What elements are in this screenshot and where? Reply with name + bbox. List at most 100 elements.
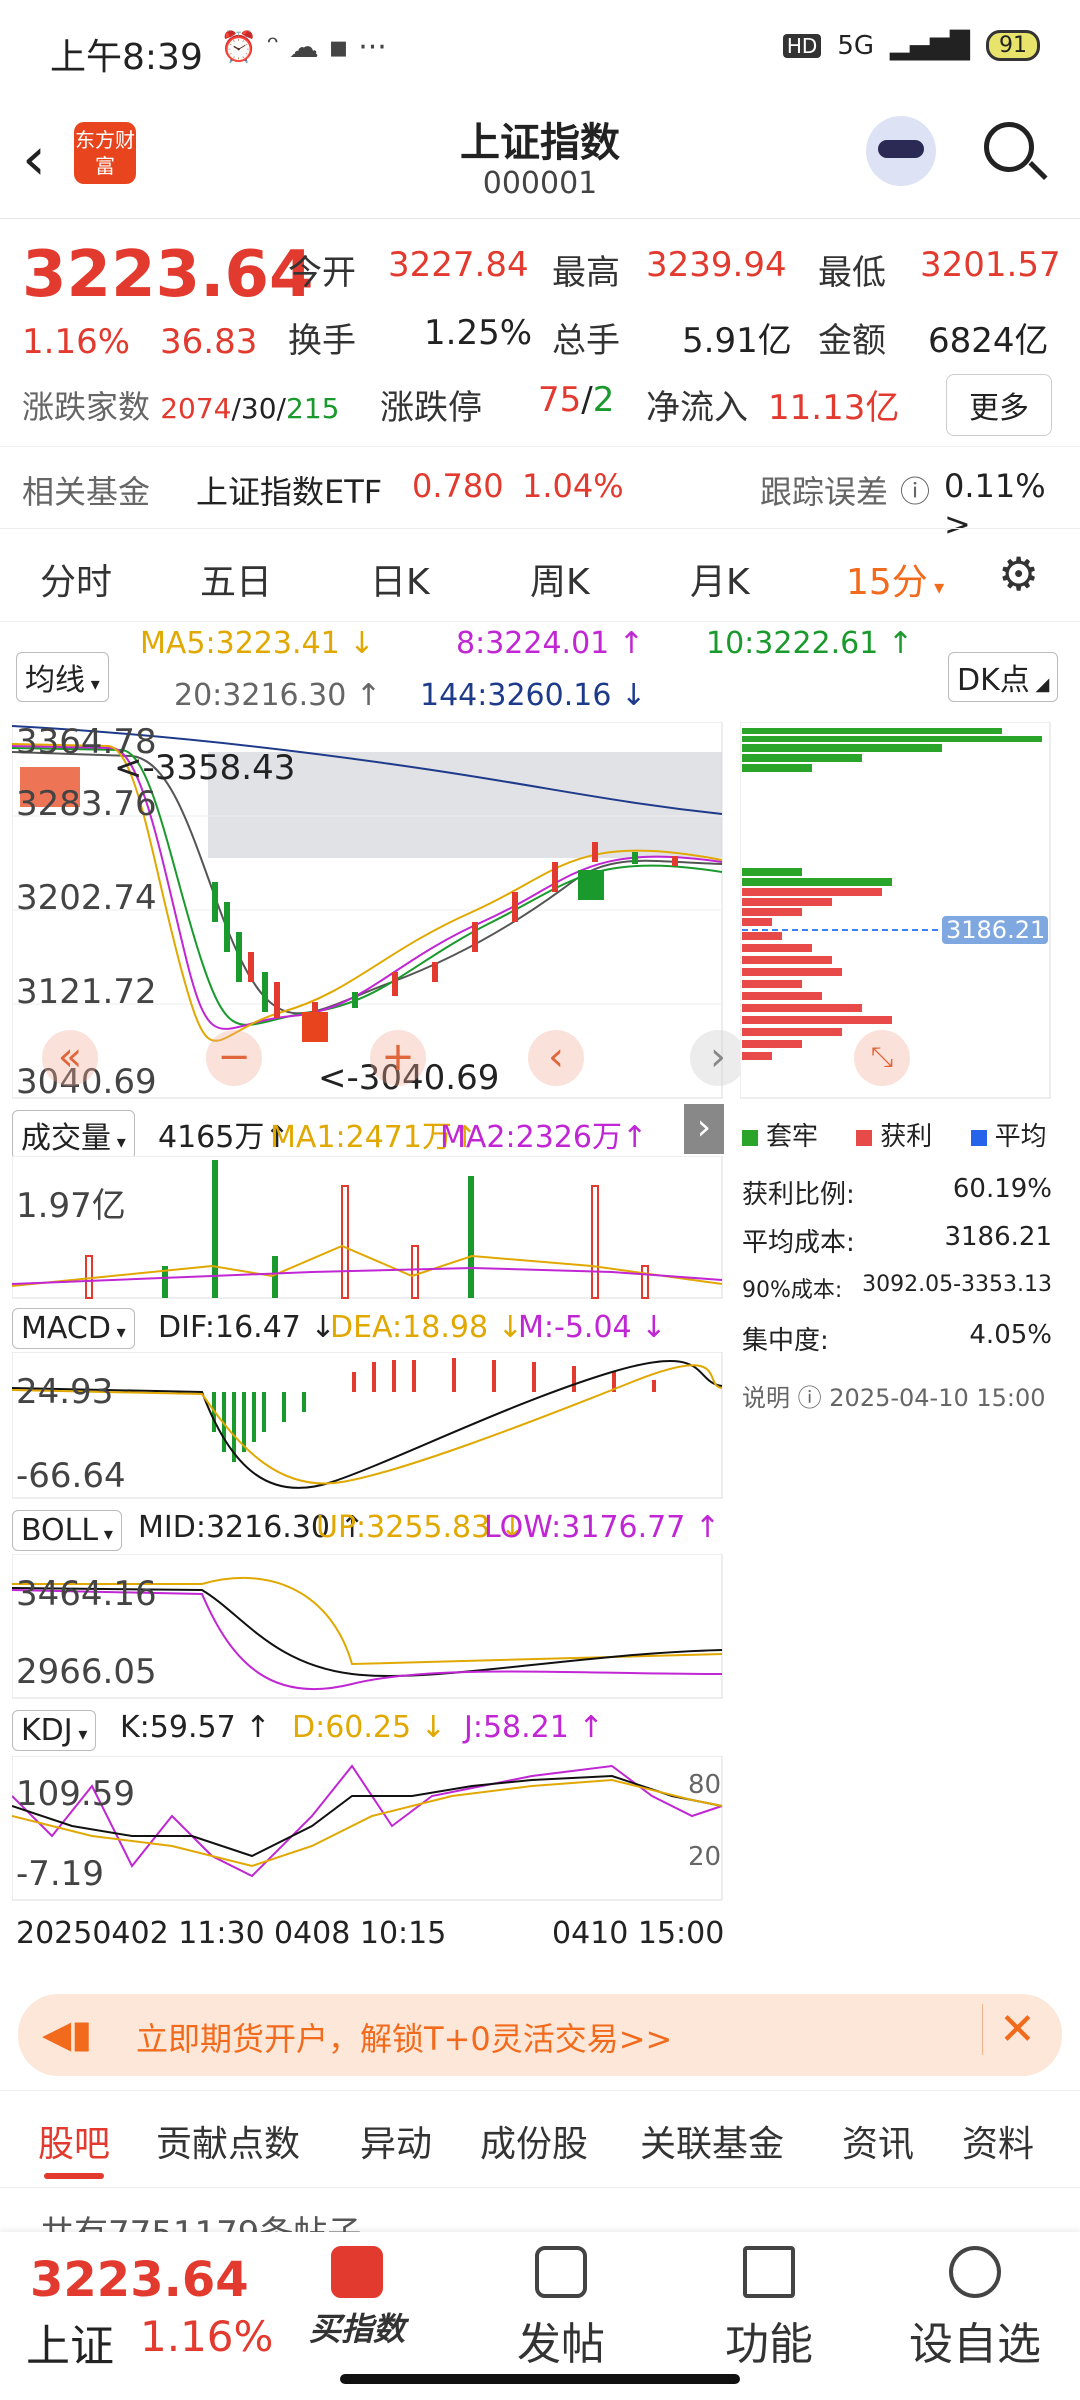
amount-label: 金额 xyxy=(818,321,886,361)
tab-anomaly[interactable]: 异动 xyxy=(360,2115,432,2167)
limit-down: 2 xyxy=(592,380,615,420)
posts-count-hint: 共有7751179条帖子 xyxy=(40,2206,361,2232)
breadth-label: 涨跌家数 xyxy=(22,388,151,426)
tab-daily[interactable]: 日K xyxy=(370,553,430,605)
gear-icon[interactable]: ⚙ xyxy=(998,547,1039,601)
info-icon: ⓘ xyxy=(797,1384,822,1412)
status-time: 上午8:39 xyxy=(50,37,203,78)
expand-icon[interactable]: ⤡ xyxy=(854,1030,910,1086)
kdj-d: D:60.25 ↓ xyxy=(292,1710,446,1745)
panel-toggle-icon[interactable]: › xyxy=(684,1104,724,1154)
add-watchlist-button[interactable]: 设自选 xyxy=(900,2246,1050,2372)
macd-dif: DIF:16.47 ↓ xyxy=(158,1310,336,1345)
tab-weekly[interactable]: 周K xyxy=(530,553,590,605)
scroll-right-icon[interactable]: › xyxy=(690,1030,746,1086)
price-axis-tick: 3283.76 xyxy=(16,784,157,824)
boll-up-text: UP:3255.83 xyxy=(316,1510,491,1545)
status-bar: 上午8:39 ⏰ ᵔ ☁ ▪ ··· HD 5G ▂▄▆█ 91 xyxy=(0,0,1080,100)
boll-mid-text: MID:3216.30 xyxy=(138,1510,330,1545)
high-annotation: <-3358.43 xyxy=(114,748,296,788)
boll-selector-label: BOLL xyxy=(21,1513,99,1548)
boll-axis-tick: 3464.16 xyxy=(16,1574,157,1614)
tab-five-day[interactable]: 五日 xyxy=(200,553,272,605)
tab-news[interactable]: 资讯 xyxy=(842,2115,914,2167)
netflow-value: 11.13亿 xyxy=(768,388,900,428)
fund-name[interactable]: 上证指数ETF xyxy=(196,467,382,513)
trapped-swatch xyxy=(742,1129,758,1146)
volume-ma2: MA2:2326万↑ xyxy=(440,1120,648,1155)
stat-label: 集中度: xyxy=(742,1326,829,1356)
tab-constituents[interactable]: 成份股 xyxy=(480,2115,588,2167)
chip-note[interactable]: 说明 ⓘ 2025-04-10 15:00 xyxy=(742,1378,1046,1413)
ma20-value: 20:3216.30 ↑ xyxy=(174,678,382,713)
low-value: 3201.57 xyxy=(920,245,1061,285)
ma8-value: 8:3224.01 ↑ xyxy=(456,626,644,661)
time-axis-tick: 0408 10:15 xyxy=(274,1916,447,1951)
change-value: 36.83 xyxy=(160,322,258,362)
grid-icon xyxy=(743,2246,795,2298)
functions-button[interactable]: 功能 xyxy=(694,2246,844,2372)
chip-stat-row: 获利比例: 60.19% xyxy=(742,1174,1052,1211)
zoom-in-icon[interactable]: + xyxy=(370,1030,426,1086)
volume-label: 总手 xyxy=(552,321,620,361)
stat-label: 平均成本: xyxy=(742,1228,855,1258)
tab-forum[interactable]: 股吧 xyxy=(38,2115,110,2167)
tab-15min[interactable]: 15分 ▾ xyxy=(846,553,944,605)
home-indicator[interactable] xyxy=(340,2374,740,2384)
tab-intraday[interactable]: 分时 xyxy=(40,553,112,605)
bottom-price: 3223.64 xyxy=(30,2252,249,2308)
macd-m-text: M:-5.04 xyxy=(518,1310,632,1345)
kdj-selector[interactable]: KDJ ▾ xyxy=(12,1710,97,1751)
network-icon: 5G xyxy=(837,30,875,61)
breadth-down: 215 xyxy=(285,392,340,425)
close-icon[interactable]: ✕ xyxy=(982,2004,1036,2055)
netflow-label: 净流入 xyxy=(646,388,748,428)
zoom-out-icon[interactable]: − xyxy=(206,1030,262,1086)
volume-selector[interactable]: 成交量 ▾ xyxy=(12,1110,135,1160)
ad-text[interactable]: 立即期货开户，解锁T+0灵活交易>> xyxy=(136,2014,672,2060)
turnover-label: 换手 xyxy=(288,321,356,361)
scroll-left-fast-icon[interactable]: « xyxy=(42,1030,98,1086)
tab-related-funds[interactable]: 关联基金 xyxy=(640,2115,784,2167)
active-tab-indicator xyxy=(44,2173,104,2179)
megaphone-icon: ◀▮ xyxy=(42,2012,93,2056)
turnover-value: 1.25% xyxy=(424,313,533,353)
buy-index-label: 买指数 xyxy=(308,2310,405,2348)
dk-point-selector[interactable]: DK点 ◢ xyxy=(948,652,1059,702)
average-swatch xyxy=(970,1129,987,1146)
futures-ad-banner[interactable]: ◀▮ 立即期货开户，解锁T+0灵活交易>> ✕ xyxy=(18,1994,1062,2076)
chip-price-tag: 3186.21 xyxy=(946,916,1046,944)
hd-icon: HD xyxy=(782,33,822,58)
kdj-selector-label: KDJ xyxy=(21,1713,73,1748)
boll-axis-tick: 2966.05 xyxy=(16,1652,157,1692)
buy-index-button[interactable]: 买指数 xyxy=(282,2246,432,2350)
price-axis-tick: 3121.72 xyxy=(16,972,157,1012)
tab-monthly[interactable]: 月K xyxy=(690,553,750,605)
ma144-text: 144:3260.16 xyxy=(420,678,612,713)
boll-low: LOW:3176.77 ↑ xyxy=(484,1510,721,1545)
volume-axis-tick: 1.97亿 xyxy=(16,1186,126,1226)
macd-axis-tick: -66.64 xyxy=(16,1456,126,1496)
tab-profile[interactable]: 资料 xyxy=(962,2115,1034,2167)
info-icon[interactable]: ⓘ xyxy=(900,467,930,511)
volume-value: 5.91亿 xyxy=(682,321,792,361)
stat-label: 90%成本: xyxy=(742,1278,843,1303)
assistant-robot-icon[interactable] xyxy=(866,116,936,186)
limit-label: 涨跌停 xyxy=(380,388,482,428)
ma-selector[interactable]: 均线 ▾ xyxy=(16,652,109,702)
search-icon[interactable] xyxy=(984,122,1034,172)
post-button[interactable]: 发帖 xyxy=(486,2246,636,2372)
battery-icon: 91 xyxy=(986,30,1040,61)
tab-contribution[interactable]: 贡献点数 xyxy=(156,2115,300,2167)
tracking-label: 跟踪误差 xyxy=(760,473,889,511)
legend-average: 平均 xyxy=(994,1122,1047,1152)
scroll-left-icon[interactable]: ‹ xyxy=(528,1030,584,1086)
fund-row[interactable]: 相关基金 上证指数ETF 0.780 1.04% 跟踪误差 ⓘ 0.11% > xyxy=(0,446,1080,543)
more-button[interactable]: 更多 xyxy=(946,374,1052,436)
time-axis-tick: 20250402 11:30 xyxy=(16,1916,265,1951)
boll-selector[interactable]: BOLL ▾ xyxy=(12,1510,122,1551)
macd-selector[interactable]: MACD ▾ xyxy=(12,1308,135,1349)
limit-values: 75/2 xyxy=(538,380,615,420)
functions-label: 功能 xyxy=(725,2319,813,2370)
limit-up: 75 xyxy=(538,380,582,420)
